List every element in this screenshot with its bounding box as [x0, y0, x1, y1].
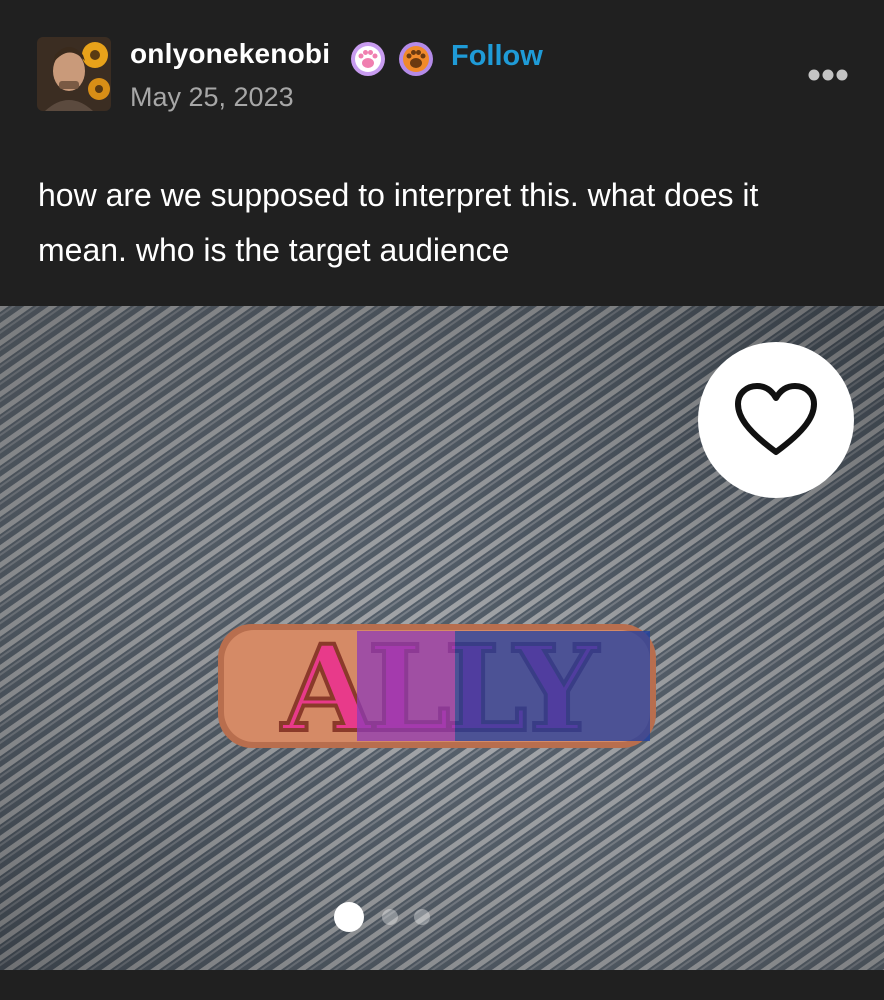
- like-button[interactable]: [698, 342, 854, 498]
- post-header: onlyonekenobi Follow May 25, 2023: [0, 0, 884, 150]
- post-body-text: how are we supposed to interpret this. w…: [38, 177, 759, 268]
- paw-badge-icon[interactable]: [350, 41, 386, 77]
- carousel-indicator: [334, 900, 504, 934]
- footer-bar: [0, 970, 884, 1000]
- heart-icon: [735, 383, 817, 455]
- user-avatar[interactable]: [37, 37, 111, 111]
- ally-pin: ALLY: [218, 617, 656, 760]
- carousel-dot-2[interactable]: [382, 909, 398, 925]
- username[interactable]: onlyonekenobi: [130, 38, 330, 70]
- carousel-dot-3[interactable]: [414, 909, 430, 925]
- carousel-dot-1[interactable]: [334, 902, 364, 932]
- more-options-icon[interactable]: [800, 60, 856, 90]
- follow-button[interactable]: Follow: [451, 40, 543, 73]
- post-date: May 25, 2023: [130, 82, 294, 112]
- paw-badge-orange-icon[interactable]: [398, 41, 434, 77]
